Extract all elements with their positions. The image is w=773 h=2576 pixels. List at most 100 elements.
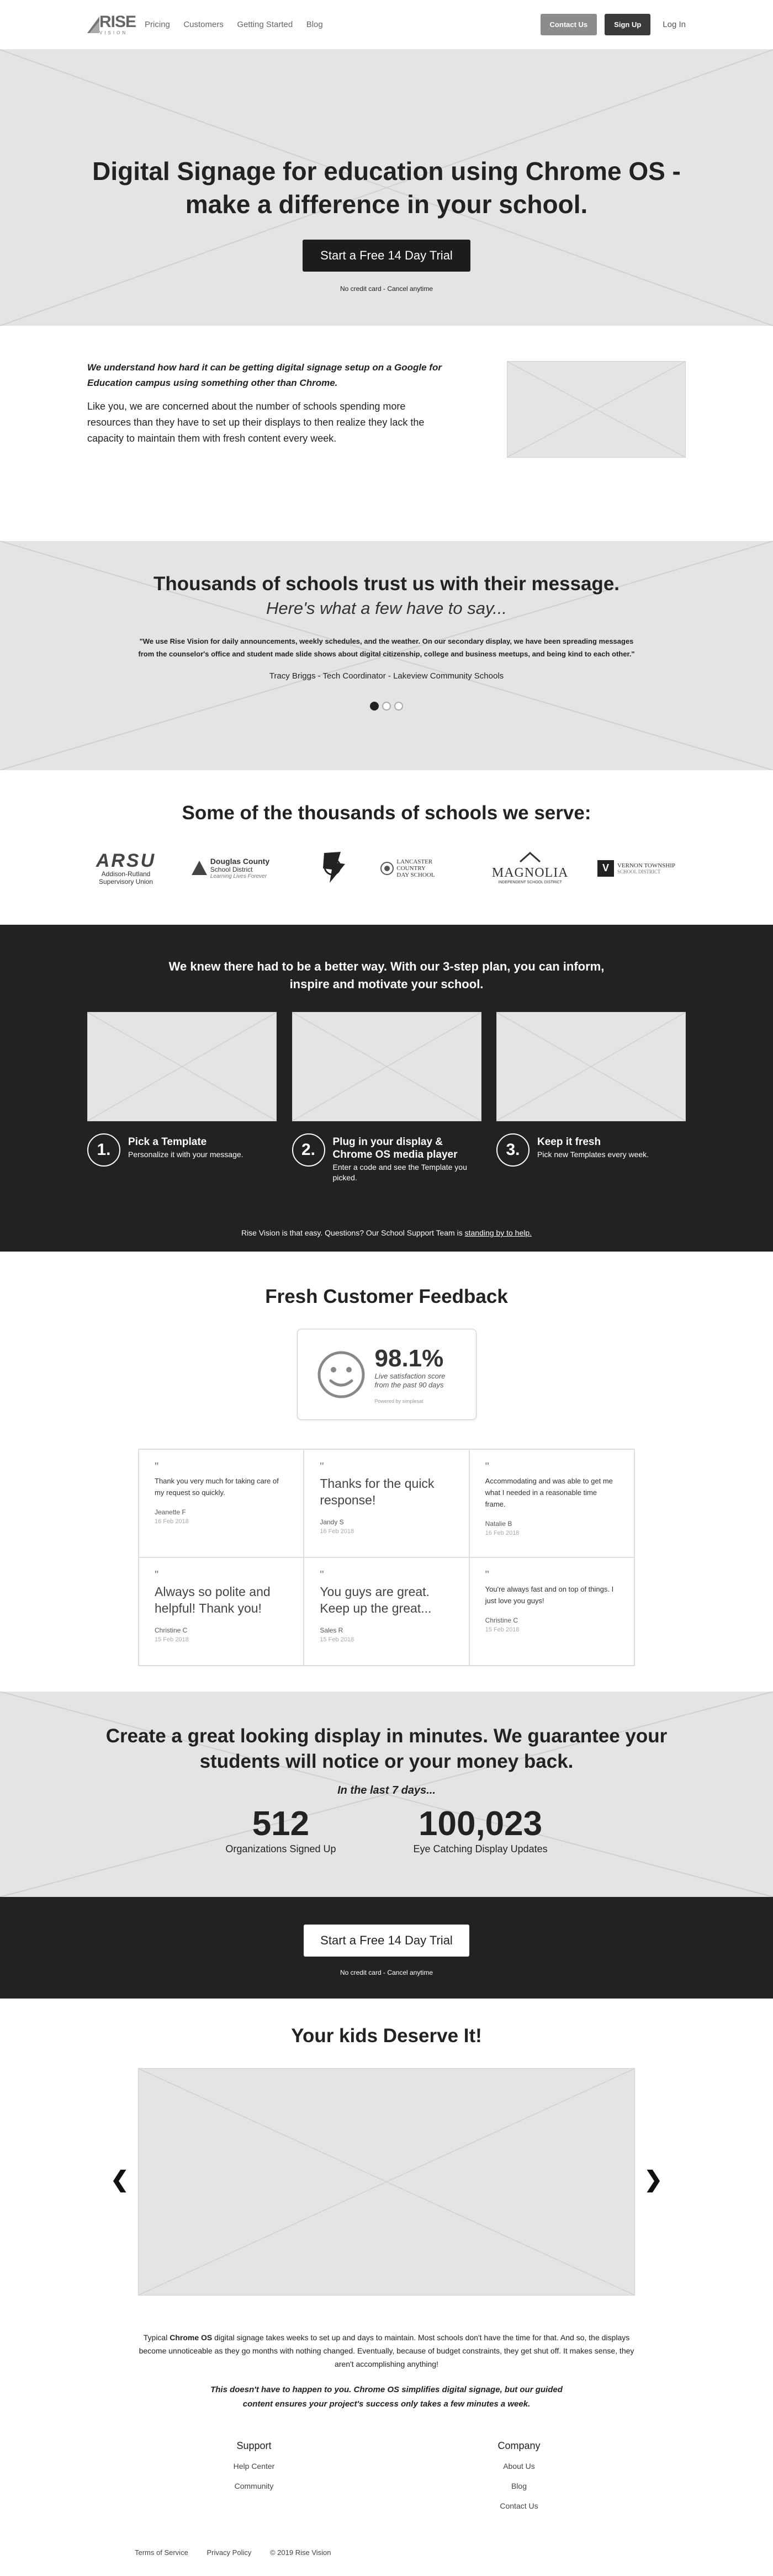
plan-title: We knew there had to be a better way. Wi…	[168, 960, 605, 991]
footer-bottom: Terms of Service Privacy Policy © 2019 R…	[0, 2548, 773, 2576]
logo-text: RISE	[99, 13, 136, 31]
main-nav: Pricing Customers Getting Started Blog	[145, 20, 334, 30]
guarantee-title: Create a great looking display in minute…	[105, 1725, 668, 1772]
kids-title: Your kids Deserve It!	[291, 2025, 482, 2047]
review-card: " Accommodating and was able to get me wh…	[469, 1449, 634, 1557]
carousel-dots	[0, 702, 773, 711]
review-card: " You're always fast and on top of things…	[469, 1557, 634, 1666]
step-3-title: Keep it fresh	[537, 1136, 601, 1148]
plan-footer-text: Rise Vision is that easy. Questions? Our…	[241, 1228, 532, 1237]
cta-note: No credit card - Cancel anytime	[340, 1969, 433, 1976]
contact-us-button[interactable]: Contact Us	[540, 14, 597, 35]
kids-section: Your kids Deserve It! ❮ ❯ Typical Chrome…	[0, 1999, 773, 2440]
slider-prev-icon[interactable]: ❮	[110, 2167, 129, 2192]
testimonial-title: Thousands of schools trust us with their…	[153, 573, 620, 595]
footer-support: Support Help Center Community	[193, 2440, 315, 2548]
nav-customers[interactable]: Customers	[183, 20, 224, 29]
step-2-image-placeholder	[292, 1012, 481, 1121]
guarantee-subtitle: In the last 7 days...	[337, 1784, 436, 1796]
nav-pricing[interactable]: Pricing	[145, 20, 170, 29]
site-footer: Support Help Center Community Company Ab…	[0, 2440, 773, 2548]
step-1-title: Pick a Template	[128, 1136, 207, 1148]
schools-section: Some of the thousands of schools we serv…	[0, 770, 773, 925]
school-logos: ARSU Addison-Rutland Supervisory Union D…	[0, 847, 773, 889]
score-label-2: from the past 90 days	[374, 1380, 444, 1389]
log-in-link[interactable]: Log In	[663, 20, 686, 29]
footer-link-community[interactable]: Community	[193, 2482, 315, 2490]
cta-band: Start a Free 14 Day Trial No credit card…	[0, 1897, 773, 1999]
terms-link[interactable]: Terms of Service	[135, 2548, 188, 2557]
lancaster-seal-icon	[380, 861, 394, 875]
school-logo-vernon: V VERNON TOWNSHIP SCHOOL DISTRICT	[597, 860, 686, 877]
mascot-crest-icon	[322, 852, 345, 883]
satisfaction-score: 98.1%	[374, 1344, 444, 1372]
free-trial-button-2[interactable]: Start a Free 14 Day Trial	[304, 1925, 469, 1957]
school-logo-arsu: ARSU Addison-Rutland Supervisory Union	[96, 850, 156, 886]
review-card: " Thank you very much for taking care of …	[139, 1449, 304, 1557]
step-3-number: 3.	[496, 1133, 530, 1167]
step-3-image-placeholder	[496, 1012, 686, 1121]
rise-vision-logo[interactable]: RISE VISION	[87, 14, 136, 35]
logo-mark-icon	[87, 16, 99, 33]
kids-emphasis: This doesn't have to happen to you. Chro…	[210, 2385, 563, 2409]
testimonial-subtitle: Here's what a few have to say...	[266, 598, 507, 618]
carousel-dot-3[interactable]	[394, 702, 403, 711]
hero-section: Digital Signage for education using Chro…	[0, 50, 773, 326]
schools-title: Some of the thousands of schools we serv…	[182, 802, 591, 824]
intro-image-placeholder	[507, 361, 686, 458]
step-card-1: 1. Pick a Template Personalize it with yo…	[87, 1012, 277, 1183]
footer-link-help-center[interactable]: Help Center	[193, 2462, 315, 2471]
slider-next-icon[interactable]: ❯	[644, 2167, 663, 2192]
kids-slider-image	[138, 2068, 635, 2296]
intro-section: We understand how hard it can be getting…	[0, 326, 773, 541]
satisfaction-score-card: 98.1% Live satisfaction score from the p…	[297, 1329, 476, 1420]
step-1-number: 1.	[87, 1133, 120, 1167]
footer-link-about[interactable]: About Us	[458, 2462, 580, 2471]
hero-title: Digital Signage for education using Chro…	[92, 157, 681, 219]
logo-subtext: VISION	[99, 30, 128, 35]
free-trial-button[interactable]: Start a Free 14 Day Trial	[303, 240, 470, 272]
nav-blog[interactable]: Blog	[306, 20, 323, 29]
intro-paragraph: Like you, we are concerned about the num…	[87, 401, 425, 444]
plan-section: We knew there had to be a better way. Wi…	[0, 925, 773, 1252]
carousel-dot-1[interactable]	[370, 702, 379, 711]
hero-note: No credit card - Cancel anytime	[340, 285, 433, 293]
score-label-1: Live satisfaction score	[374, 1371, 446, 1380]
vernon-v-icon: V	[597, 860, 614, 877]
support-team-link[interactable]: standing by to help.	[465, 1228, 532, 1237]
smiley-face-icon	[317, 1351, 364, 1398]
intro-bold-text: We understand how hard it can be getting…	[87, 362, 442, 388]
review-card: " Thanks for the quick response! Jandy S 16…	[304, 1449, 469, 1557]
site-header: RISE VISION Pricing Customers Getting St…	[0, 0, 773, 50]
footer-link-blog[interactable]: Blog	[458, 2482, 580, 2490]
privacy-link[interactable]: Privacy Policy	[207, 2548, 251, 2557]
magnolia-mark-icon	[520, 851, 541, 863]
footer-company: Company About Us Blog Contact Us	[458, 2440, 580, 2548]
step-1-image-placeholder	[87, 1012, 277, 1121]
copyright: © 2019 Rise Vision	[269, 2548, 331, 2557]
step-2-desc: Enter a code and see the Template you pi…	[332, 1163, 467, 1182]
stat-display-updates: 100,023 Eye Catching Display Updates	[413, 1805, 548, 1854]
testimonial-quote: "We use Rise Vision for daily announceme…	[138, 637, 635, 658]
step-card-2: 2. Plug in your display & Chrome OS medi…	[292, 1012, 481, 1183]
step-card-3: 3. Keep it fresh Pick new Templates every…	[496, 1012, 686, 1183]
carousel-dot-2[interactable]	[382, 702, 391, 711]
review-card: " Always so polite and helpful! Thank you…	[139, 1557, 304, 1666]
feedback-section: Fresh Customer Feedback 98.1% Live satis…	[0, 1252, 773, 1692]
reviews-grid: " Thank you very much for taking care of …	[138, 1449, 635, 1666]
feedback-title: Fresh Customer Feedback	[265, 1286, 508, 1307]
nav-getting-started[interactable]: Getting Started	[237, 20, 293, 29]
sign-up-button[interactable]: Sign Up	[605, 14, 651, 35]
douglas-tree-icon	[191, 860, 207, 875]
guarantee-section: Create a great looking display in minute…	[0, 1692, 773, 1897]
school-logo-magnolia: MAGNOLIA INDEPENDENT SCHOOL DISTRICT	[489, 851, 571, 884]
testimonial-section: Thousands of schools trust us with their…	[0, 541, 773, 770]
testimonial-author: Tracy Briggs - Tech Coordinator - Lakevi…	[269, 671, 504, 681]
stat-organizations: 512 Organizations Signed Up	[225, 1805, 336, 1854]
school-logo-mascot	[310, 847, 354, 889]
school-logo-douglas-county: Douglas County School District Learning …	[190, 857, 284, 879]
kids-paragraph: Typical Chrome OS digital signage takes …	[139, 2333, 634, 2368]
footer-link-contact[interactable]: Contact Us	[458, 2501, 580, 2510]
step-2-number: 2.	[292, 1133, 325, 1167]
school-logo-lancaster: LANCASTER COUNTRY DAY SCHOOL	[380, 858, 463, 878]
